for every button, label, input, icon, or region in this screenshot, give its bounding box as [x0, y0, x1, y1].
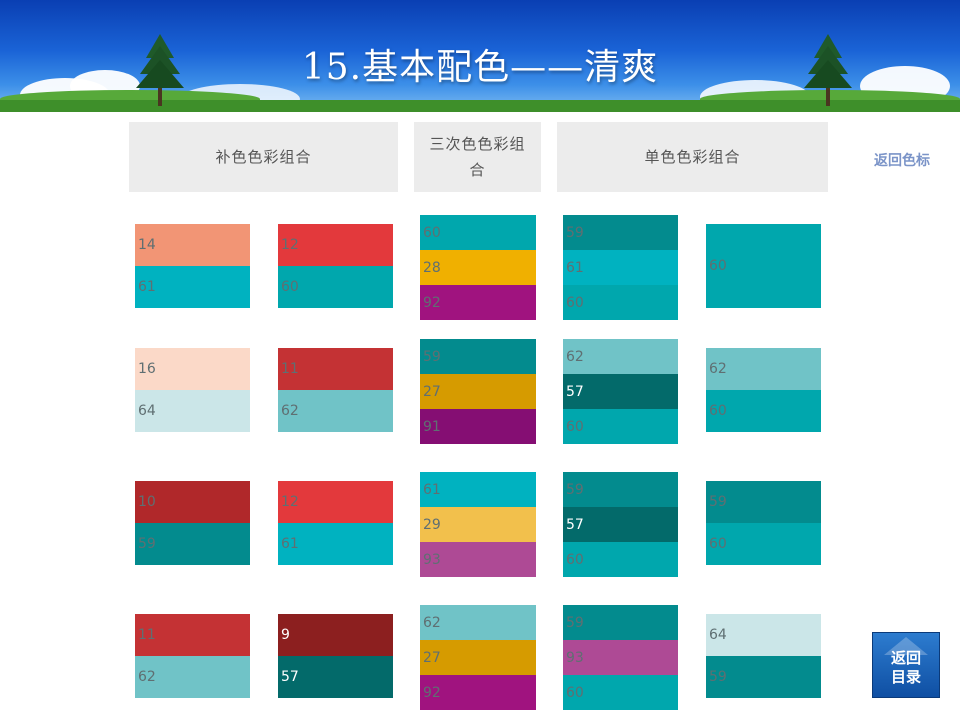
swatch-segment: 60	[706, 523, 821, 565]
swatch-segment: 60	[706, 224, 821, 308]
swatch-segment: 10	[135, 481, 250, 523]
swatch-segment: 57	[563, 507, 678, 542]
swatch-segment: 29	[420, 507, 536, 542]
color-swatch-mono-b: 59 60	[706, 481, 821, 565]
color-swatch-mono-b: 60	[706, 224, 821, 308]
swatch-segment: 12	[278, 224, 393, 266]
color-swatch-complementary-a: 16 64	[135, 348, 250, 432]
color-swatch-mono-b: 62 60	[706, 348, 821, 432]
header-monochrome: 单色色彩组合	[557, 122, 828, 192]
swatch-segment: 57	[563, 374, 678, 409]
swatch-segment: 59	[420, 339, 536, 374]
header-banner: 15.基本配色——清爽	[0, 0, 960, 112]
color-swatch-complementary-a: 11 62	[135, 614, 250, 698]
color-swatch-complementary-b: 9 57	[278, 614, 393, 698]
header-complementary: 补色色彩组合	[129, 122, 398, 192]
swatch-segment: 57	[278, 656, 393, 698]
swatch-segment: 11	[278, 348, 393, 390]
swatch-segment: 61	[135, 266, 250, 308]
color-swatch-mono-a: 59 57 60	[563, 472, 678, 577]
color-swatch-complementary-a: 14 61	[135, 224, 250, 308]
color-swatch-complementary-b: 11 62	[278, 348, 393, 432]
swatch-segment: 16	[135, 348, 250, 390]
swatch-segment: 62	[420, 605, 536, 640]
header-complementary-label: 补色色彩组合	[215, 148, 312, 166]
swatch-segment: 93	[420, 542, 536, 577]
header-triadic-label-line2: 合	[469, 161, 486, 179]
swatch-segment: 60	[278, 266, 393, 308]
swatch-segment: 62	[135, 656, 250, 698]
swatch-segment: 60	[563, 409, 678, 444]
back-to-contents-line2: 目录	[890, 668, 921, 686]
swatch-segment: 60	[420, 215, 536, 250]
swatch-segment: 11	[135, 614, 250, 656]
swatch-segment: 64	[135, 390, 250, 432]
swatch-segment: 61	[420, 472, 536, 507]
color-swatch-mono-a: 59 61 60	[563, 215, 678, 320]
color-swatch-complementary-a: 10 59	[135, 481, 250, 565]
swatch-segment: 93	[563, 640, 678, 675]
color-swatch-complementary-b: 12 61	[278, 481, 393, 565]
swatch-segment: 60	[563, 542, 678, 577]
swatch-segment: 60	[706, 390, 821, 432]
swatch-segment: 59	[563, 215, 678, 250]
swatch-segment: 61	[278, 523, 393, 565]
swatch-segment: 64	[706, 614, 821, 656]
color-swatch-mono-a: 59 93 60	[563, 605, 678, 710]
swatch-segment: 59	[563, 472, 678, 507]
header-triadic-label-line1: 三次色色彩组	[429, 135, 526, 153]
color-swatch-triadic: 60 28 92	[420, 215, 536, 320]
swatch-segment: 12	[278, 481, 393, 523]
color-swatch-triadic: 59 27 91	[420, 339, 536, 444]
swatch-segment: 60	[563, 285, 678, 320]
swatch-segment: 14	[135, 224, 250, 266]
back-to-contents-button[interactable]: 返回 目录	[872, 632, 940, 698]
swatch-segment: 92	[420, 675, 536, 710]
color-swatch-triadic: 62 27 92	[420, 605, 536, 710]
color-swatch-triadic: 61 29 93	[420, 472, 536, 577]
swatch-segment: 28	[420, 250, 536, 285]
back-to-colors-link[interactable]: 返回色标	[874, 150, 930, 170]
color-swatch-complementary-b: 12 60	[278, 224, 393, 308]
swatch-segment: 61	[563, 250, 678, 285]
header-monochrome-label: 单色色彩组合	[644, 148, 741, 166]
swatch-segment: 62	[278, 390, 393, 432]
swatch-segment: 59	[135, 523, 250, 565]
swatch-segment: 27	[420, 640, 536, 675]
swatch-segment: 59	[706, 656, 821, 698]
back-to-contents-label: 返回 目录	[873, 649, 939, 687]
swatch-segment: 27	[420, 374, 536, 409]
back-to-contents-line1: 返回	[890, 649, 921, 667]
swatch-segment: 62	[563, 339, 678, 374]
swatch-segment: 59	[706, 481, 821, 523]
swatch-segment: 62	[706, 348, 821, 390]
color-swatch-mono-a: 62 57 60	[563, 339, 678, 444]
swatch-segment: 60	[563, 675, 678, 710]
swatch-segment: 9	[278, 614, 393, 656]
header-triadic: 三次色色彩组 合	[414, 122, 541, 192]
swatch-segment: 92	[420, 285, 536, 320]
swatch-segment: 59	[563, 605, 678, 640]
page-title: 15.基本配色——清爽	[301, 47, 659, 88]
swatch-segment: 91	[420, 409, 536, 444]
color-swatch-mono-b: 64 59	[706, 614, 821, 698]
